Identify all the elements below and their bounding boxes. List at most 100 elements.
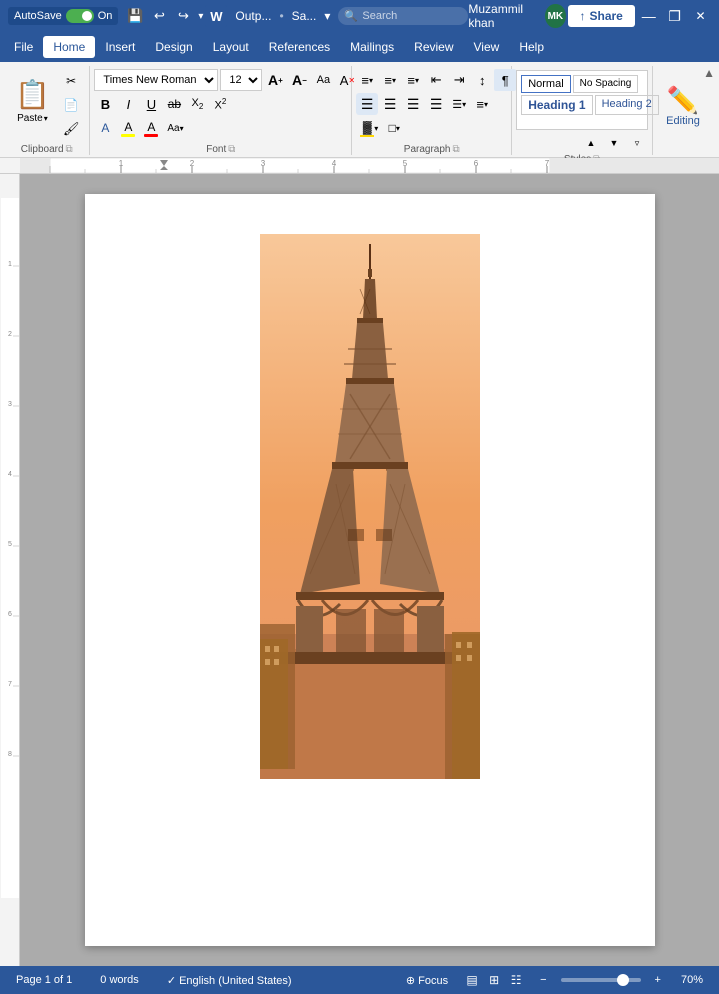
strikethrough-button[interactable]: ab: [163, 93, 185, 115]
web-layout-button[interactable]: ⊞: [484, 970, 504, 990]
save-button[interactable]: 💾: [124, 5, 146, 27]
change-case-button[interactable]: Aa: [312, 69, 334, 91]
menu-review[interactable]: Review: [404, 36, 463, 58]
share-icon: ↑: [580, 9, 586, 23]
font-color-indicator: [144, 134, 158, 137]
shading-button[interactable]: ▓ ▾: [356, 117, 382, 139]
font-size-select[interactable]: 12: [220, 69, 262, 91]
zoom-level[interactable]: 70%: [675, 972, 709, 988]
autosave-switch[interactable]: [66, 9, 94, 23]
title-dropdown-arrow[interactable]: ▾: [324, 9, 330, 23]
style-heading2[interactable]: Heading 2: [595, 95, 659, 115]
page-info[interactable]: Page 1 of 1: [10, 972, 78, 988]
status-bar: Page 1 of 1 0 words ✓ English (United St…: [0, 966, 719, 994]
change-case-aa-button[interactable]: Aa▾: [163, 117, 187, 139]
style-normal[interactable]: Normal: [521, 75, 570, 93]
clipboard-expand-icon[interactable]: ⧉: [66, 144, 73, 155]
title-sep: •: [279, 9, 283, 23]
svg-text:6: 6: [474, 159, 479, 168]
style-heading1[interactable]: Heading 1: [521, 95, 592, 115]
paste-dropdown-arrow[interactable]: ▾: [44, 114, 48, 123]
document-scroll-area[interactable]: [20, 174, 719, 966]
clipboard-group: 📋 Paste▾ ✂ 📄 🖌 Clipboard ⧉: [6, 66, 90, 155]
bullets-button[interactable]: ≡▾: [356, 69, 378, 91]
close-button[interactable]: ✕: [689, 2, 713, 30]
font-expand-icon[interactable]: ⧉: [228, 144, 235, 155]
paragraph-expand-icon[interactable]: ⧉: [452, 144, 459, 155]
minimize-button[interactable]: —: [637, 2, 661, 30]
menu-insert[interactable]: Insert: [95, 36, 145, 58]
focus-button[interactable]: ⊕ Focus: [400, 972, 454, 989]
align-center-button[interactable]: ☰: [379, 93, 401, 115]
superscript-button[interactable]: X2: [209, 93, 231, 115]
ruler: 1 2 3 4 5 6 7: [0, 158, 719, 174]
clipboard-label: Clipboard ⧉: [10, 144, 83, 155]
justify-button[interactable]: ☰: [425, 93, 447, 115]
decrease-indent-button[interactable]: ⇤: [425, 69, 447, 91]
ribbon-collapse-button[interactable]: ▲: [703, 66, 715, 80]
title-bar-left: AutoSave On 💾 ↩ ↪ ▾: [8, 5, 205, 27]
ruler-svg: 1 2 3 4 5 6 7: [20, 158, 719, 174]
view-buttons: ▤ ⊞ ☷: [462, 970, 526, 990]
style-no-spacing[interactable]: No Spacing: [573, 75, 639, 93]
align-left-button[interactable]: ☰: [356, 93, 378, 115]
italic-button[interactable]: I: [117, 93, 139, 115]
user-avatar: MK: [545, 4, 565, 28]
highlight-color-button[interactable]: A: [117, 117, 139, 139]
editing-icon: ✏️: [667, 87, 699, 113]
align-right-button[interactable]: ☰: [402, 93, 424, 115]
underline-button[interactable]: U: [140, 93, 162, 115]
share-button[interactable]: ↑ Share: [568, 5, 635, 27]
bold-button[interactable]: B: [94, 93, 116, 115]
menu-view[interactable]: View: [464, 36, 510, 58]
menu-references[interactable]: References: [259, 36, 340, 58]
restore-button[interactable]: ❐: [663, 2, 687, 30]
zoom-in-button[interactable]: +: [649, 972, 667, 988]
word-count[interactable]: 0 words: [94, 972, 145, 988]
undo-button[interactable]: ↩: [148, 5, 170, 27]
autosave-toggle[interactable]: AutoSave On: [8, 7, 118, 25]
print-layout-button[interactable]: ▤: [462, 970, 482, 990]
zoom-thumb[interactable]: [617, 974, 629, 986]
zoom-slider[interactable]: [561, 978, 641, 982]
format-painter-button[interactable]: 🖌: [59, 118, 84, 140]
proof-icon: ✓: [167, 975, 176, 987]
eiffel-tower-svg: [260, 234, 480, 779]
paste-button[interactable]: 📋 Paste▾: [10, 70, 55, 132]
styles-scroll-down[interactable]: ▼: [603, 132, 625, 154]
cut-button[interactable]: ✂: [59, 70, 84, 92]
quick-access-more[interactable]: ▾: [196, 9, 205, 24]
font-grow-button[interactable]: A+: [264, 69, 286, 91]
menu-design[interactable]: Design: [145, 36, 202, 58]
language[interactable]: ✓ English (United States): [161, 972, 298, 989]
font-shrink-button[interactable]: A−: [288, 69, 310, 91]
zoom-out-button[interactable]: −: [534, 972, 552, 988]
svg-text:2: 2: [190, 159, 195, 168]
redo-button[interactable]: ↪: [172, 5, 194, 27]
editing-label[interactable]: Editing: [666, 115, 700, 127]
read-mode-button[interactable]: ☷: [506, 970, 526, 990]
copy-button[interactable]: 📄: [59, 94, 84, 116]
menu-mailings[interactable]: Mailings: [340, 36, 404, 58]
styles-scroll-up[interactable]: ▲: [580, 132, 602, 154]
sort-button[interactable]: ↕: [471, 69, 493, 91]
text-effects-button[interactable]: A: [94, 117, 116, 139]
menu-file[interactable]: File: [4, 36, 43, 58]
numbering-button[interactable]: ≡▾: [379, 69, 401, 91]
font-name-select[interactable]: Times New Roman: [94, 69, 218, 91]
increase-indent-button[interactable]: ⇥: [448, 69, 470, 91]
menu-layout[interactable]: Layout: [203, 36, 259, 58]
borders-button[interactable]: □▾: [383, 117, 405, 139]
doc-title: Outp...: [235, 9, 271, 23]
styles-more[interactable]: ▿: [626, 132, 648, 154]
status-right: ⊕ Focus ▤ ⊞ ☷ − + 70%: [400, 970, 709, 990]
autosave-state: On: [98, 10, 113, 22]
title-bar: AutoSave On 💾 ↩ ↪ ▾ W Outp... • Sa... ▾ …: [0, 0, 719, 32]
expand-text-button[interactable]: ☰▾: [448, 93, 470, 115]
menu-home[interactable]: Home: [43, 36, 95, 58]
subscript-button[interactable]: X2: [186, 93, 208, 115]
multilevel-list-button[interactable]: ≡▾: [402, 69, 424, 91]
font-color-button[interactable]: A: [140, 117, 162, 139]
menu-help[interactable]: Help: [509, 36, 554, 58]
line-spacing-button[interactable]: ≡▾: [471, 93, 493, 115]
